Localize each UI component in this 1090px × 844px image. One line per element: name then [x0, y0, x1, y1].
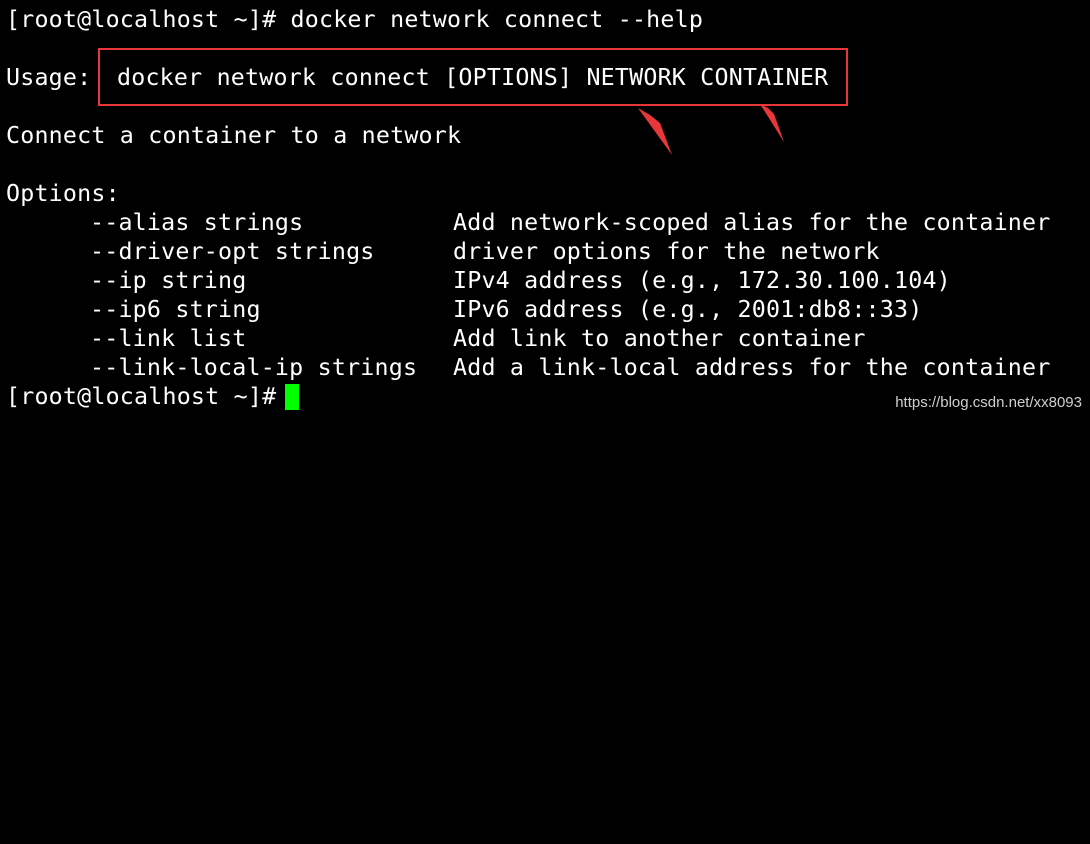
option-flag: --link-local-ip strings — [90, 354, 418, 381]
usage-label: Usage: — [6, 64, 92, 91]
option-flag: --ip6 string — [90, 296, 261, 323]
option-flag: --link list — [90, 325, 247, 352]
text-cursor[interactable] — [285, 384, 299, 410]
terminal-window[interactable]: [root@localhost ~]# docker network conne… — [0, 0, 1090, 422]
option-flag: --ip string — [90, 267, 247, 294]
option-desc: IPv6 address (e.g., 2001:db8::33) — [453, 296, 923, 323]
option-desc: Add network-scoped alias for the contain… — [453, 209, 1051, 236]
final-prompt: [root@localhost ~]# — [6, 383, 277, 410]
option-flag: --driver-opt strings — [90, 238, 375, 265]
option-desc: Add link to another container — [453, 325, 866, 352]
highlight-box — [98, 48, 848, 106]
option-desc: IPv4 address (e.g., 172.30.100.104) — [453, 267, 951, 294]
command-line: [root@localhost ~]# docker network conne… — [6, 5, 703, 34]
options-label: Options: — [6, 180, 120, 207]
option-desc: driver options for the network — [453, 238, 880, 265]
arrow-container — [760, 104, 784, 142]
watermark: https://blog.csdn.net/xx8093 — [895, 394, 1082, 411]
command-text: docker network connect --help — [276, 6, 704, 33]
arrow-network — [638, 108, 672, 155]
description-text: Connect a container to a network — [6, 122, 462, 149]
option-flag: --alias strings — [90, 209, 304, 236]
option-desc: Add a link-local address for the contain… — [453, 354, 1051, 381]
shell-prompt: [root@localhost ~]# — [6, 6, 277, 33]
